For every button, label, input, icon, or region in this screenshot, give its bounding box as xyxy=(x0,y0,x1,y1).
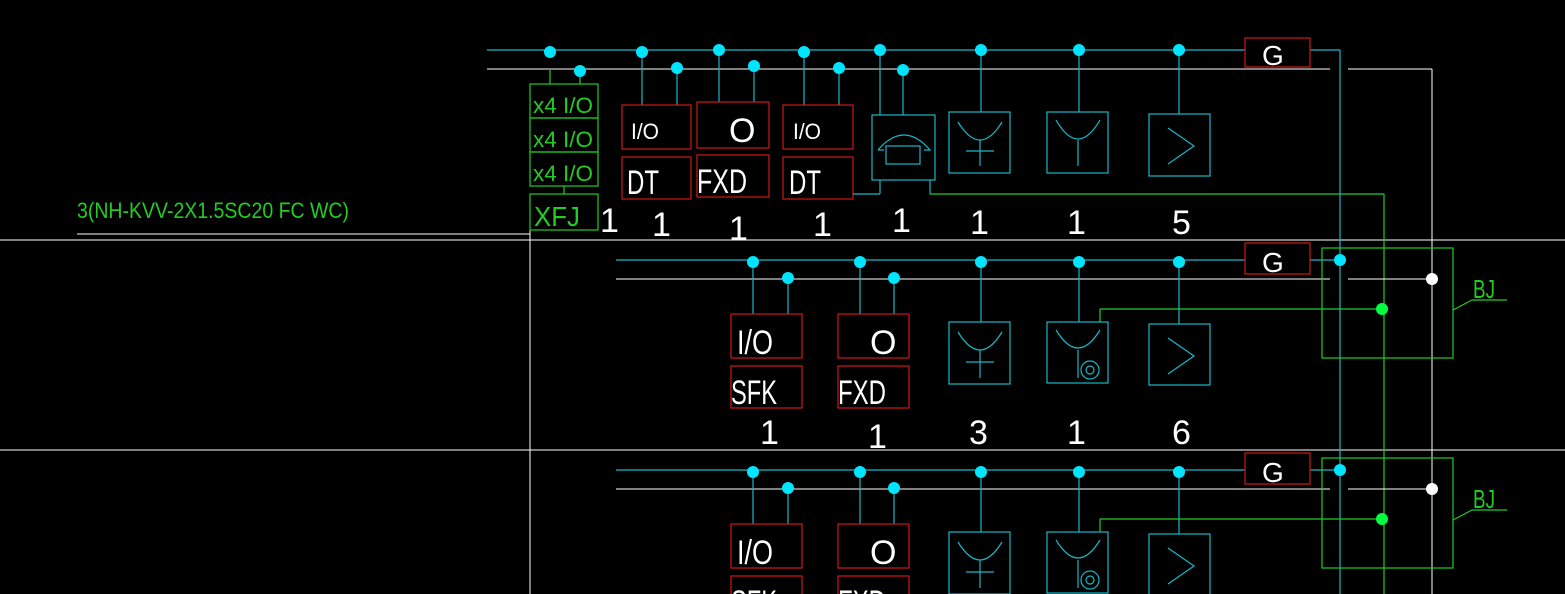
module-top-label: O xyxy=(870,534,896,572)
smoke-detector-icon xyxy=(948,321,1011,385)
junction-dot xyxy=(1376,303,1388,315)
heat-detector-icon xyxy=(1046,111,1109,174)
flame-detector-icon xyxy=(1148,323,1211,386)
junction-dots xyxy=(544,44,1185,77)
manual-alarm-icon xyxy=(1046,308,1384,384)
module-bottom-label: FXD xyxy=(697,163,747,201)
device-count: 1 xyxy=(970,204,989,242)
cable-label: 3(NH-KVV-2X1.5SC20 FC WC) xyxy=(77,198,349,223)
floor-1: I/O DT O FXD I/O DT G 1 1 1 1 1 1 1 5 xyxy=(487,37,1433,594)
flame-detector-icon xyxy=(1148,533,1211,594)
floor-2: I/O SFK O FXD G BJ 1 1 3 1 6 xyxy=(616,242,1507,456)
fire-phone-icon xyxy=(853,114,1384,195)
smoke-detector-icon xyxy=(948,111,1011,174)
module-row-label: x4 I/O xyxy=(533,161,593,186)
device-count: 1 xyxy=(1067,204,1086,242)
module-bottom-label: DT xyxy=(789,164,821,202)
bus-terminal-label: G xyxy=(1262,40,1284,71)
device-count: 1 xyxy=(600,202,619,240)
device-count: 1 xyxy=(1067,414,1086,452)
device-count: 1 xyxy=(813,206,832,244)
module-bottom-label: SFK xyxy=(731,584,777,594)
floor-3: I/O SFK O FXD G xyxy=(616,452,1507,594)
module-top-label: I/O xyxy=(793,119,821,144)
module-box-label: XFJ xyxy=(534,201,580,232)
module-bottom-label: SFK xyxy=(731,374,777,412)
device-count: 1 xyxy=(892,202,911,240)
module-top-label: O xyxy=(870,324,896,362)
module-bottom-label: DT xyxy=(627,164,659,202)
device-count: 1 xyxy=(652,206,671,244)
device-count: 3 xyxy=(969,414,988,452)
junction-dot xyxy=(1376,513,1388,525)
bus-terminal-label: G xyxy=(1262,247,1284,278)
module-top-label: I/O xyxy=(737,324,773,362)
manual-alarm-icon xyxy=(1046,518,1384,594)
module-top-label: O xyxy=(729,112,755,150)
junction-dot xyxy=(1426,273,1438,285)
module-row-label: x4 I/O xyxy=(533,93,593,118)
device-count: 1 xyxy=(729,210,748,248)
device-count: 1 xyxy=(868,418,887,456)
device-count: 6 xyxy=(1172,414,1191,452)
device-count: 5 xyxy=(1172,204,1191,242)
module-bottom-label: FXD xyxy=(838,374,886,412)
module-bottom-label: FXD xyxy=(838,584,886,594)
wiring-diagram: 3(NH-KVV-2X1.5SC20 FC WC) x4 I/O x4 I/O … xyxy=(0,37,1565,594)
flame-detector-icon xyxy=(1148,113,1211,177)
bus-terminal-label: G xyxy=(1262,457,1284,488)
alarm-label: BJ xyxy=(1473,274,1495,304)
alarm-label: BJ xyxy=(1473,484,1495,514)
device-count: 1 xyxy=(760,414,779,452)
smoke-detector-icon xyxy=(948,531,1011,594)
junction-dot xyxy=(1426,483,1438,495)
module-top-label: I/O xyxy=(737,534,773,572)
module-top-label: I/O xyxy=(631,119,659,144)
module-row-label: x4 I/O xyxy=(533,127,593,152)
